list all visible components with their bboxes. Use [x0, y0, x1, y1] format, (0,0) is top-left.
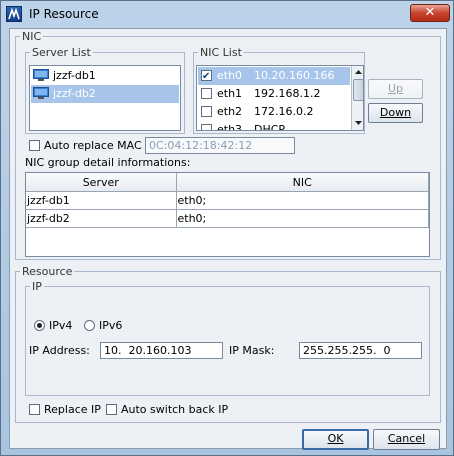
- cancel-button[interactable]: Cancel: [373, 429, 440, 450]
- table-cell: jzzf-db2: [26, 209, 177, 228]
- table-cell: eth0;: [176, 191, 429, 210]
- nic-list-legend: NIC List: [198, 46, 244, 59]
- table-cell: eth0;: [176, 209, 429, 228]
- server-label: jzzf-db1: [53, 69, 96, 82]
- title-bar[interactable]: IP Resource ✕: [2, 2, 454, 26]
- server-list-item[interactable]: jzzf-db1: [31, 67, 179, 85]
- server-icon: [33, 87, 49, 100]
- ip-mask-label: IP Mask:: [229, 344, 275, 357]
- nic-ip: DHCP: [254, 123, 286, 131]
- nic-group-legend: NIC: [20, 30, 44, 43]
- server-list-legend: Server List: [30, 46, 93, 59]
- column-header-server[interactable]: Server: [26, 173, 177, 192]
- app-logo-icon: [6, 6, 22, 22]
- ok-button-label: OK: [327, 432, 344, 445]
- nic-ip: 172.16.0.2: [254, 105, 314, 118]
- server-label: jzzf-db2: [53, 87, 96, 100]
- ip-address-label: IP Address:: [29, 344, 90, 357]
- table-row[interactable]: jzzf-db1 eth0;: [26, 191, 429, 210]
- up-button-label: Up: [387, 82, 404, 95]
- ipv6-label: IPv6: [99, 319, 123, 332]
- scroll-thumb[interactable]: [353, 79, 363, 101]
- nic-checkbox[interactable]: ✔: [201, 70, 212, 82]
- nic-ip: 192.168.1.2: [254, 87, 321, 100]
- nic-list-row[interactable]: eth1 192.168.1.2: [198, 85, 350, 103]
- nic-checkbox[interactable]: [201, 124, 212, 130]
- dialog-window: IP Resource ✕ NIC Server List jzzf-db1 j…: [0, 0, 454, 456]
- nic-list-scrollbar[interactable]: [351, 66, 363, 130]
- nic-list[interactable]: ✔ eth0 10.20.160.166 eth1 192.168.1.2 et…: [196, 65, 364, 131]
- ip-group: [25, 286, 430, 396]
- scroll-down-arrow-icon[interactable]: [353, 118, 363, 128]
- ip-group-legend: IP: [30, 280, 44, 293]
- ok-button[interactable]: OK: [302, 429, 369, 450]
- nic-list-row[interactable]: eth3 DHCP: [198, 121, 350, 131]
- ipv6-radio[interactable]: [84, 320, 95, 331]
- table-cell: jzzf-db1: [26, 191, 177, 210]
- ip-address-field[interactable]: 10. 20.160.103: [100, 342, 223, 359]
- mac-address-field[interactable]: 0C:04:12:18:42:12: [145, 137, 295, 154]
- table-row[interactable]: jzzf-db2 eth0;: [26, 209, 429, 228]
- nic-ip: 10.20.160.166: [254, 69, 335, 82]
- nic-list-row[interactable]: eth2 172.16.0.2: [198, 103, 350, 121]
- resource-group-legend: Resource: [20, 265, 75, 278]
- scroll-up-arrow-icon[interactable]: [353, 67, 363, 77]
- nic-group-detail-table[interactable]: Server NIC jzzf-db1 eth0; jzzf-db2 eth0;: [25, 172, 430, 257]
- replace-ip-label: Replace IP: [44, 403, 101, 416]
- down-button[interactable]: Down: [368, 103, 423, 123]
- close-button[interactable]: ✕: [410, 4, 450, 22]
- server-icon: [33, 69, 49, 82]
- nic-name: eth3: [217, 123, 243, 131]
- dialog-client-area: NIC Server List jzzf-db1 jzzf-db2 NIC Li…: [9, 28, 447, 450]
- ip-mask-field[interactable]: 255.255.255. 0: [299, 342, 422, 359]
- nic-checkbox[interactable]: [201, 106, 212, 117]
- auto-switch-back-checkbox[interactable]: [106, 404, 117, 415]
- down-button-label: Down: [379, 106, 412, 119]
- server-list[interactable]: jzzf-db1 jzzf-db2: [29, 65, 181, 131]
- nic-name: eth2: [217, 105, 243, 118]
- cancel-button-label: Cancel: [387, 432, 426, 445]
- nic-name: eth0: [217, 69, 243, 82]
- nic-list-row[interactable]: ✔ eth0 10.20.160.166: [198, 67, 350, 85]
- window-title: IP Resource: [29, 7, 99, 21]
- nic-group-detail-label: NIC group detail informations:: [25, 156, 191, 169]
- nic-checkbox[interactable]: [201, 88, 212, 99]
- check-mark-icon: ✔: [202, 71, 211, 82]
- server-list-item[interactable]: jzzf-db2: [31, 85, 179, 103]
- nic-name: eth1: [217, 87, 243, 100]
- replace-ip-checkbox[interactable]: [29, 404, 40, 415]
- up-button[interactable]: Up: [368, 79, 423, 99]
- ipv4-label: IPv4: [49, 319, 73, 332]
- auto-replace-mac-checkbox[interactable]: [29, 140, 40, 151]
- ipv4-radio[interactable]: [34, 320, 45, 331]
- column-header-nic[interactable]: NIC: [176, 173, 429, 192]
- auto-switch-back-label: Auto switch back IP: [121, 403, 229, 416]
- auto-replace-mac-label: Auto replace MAC: [44, 139, 142, 152]
